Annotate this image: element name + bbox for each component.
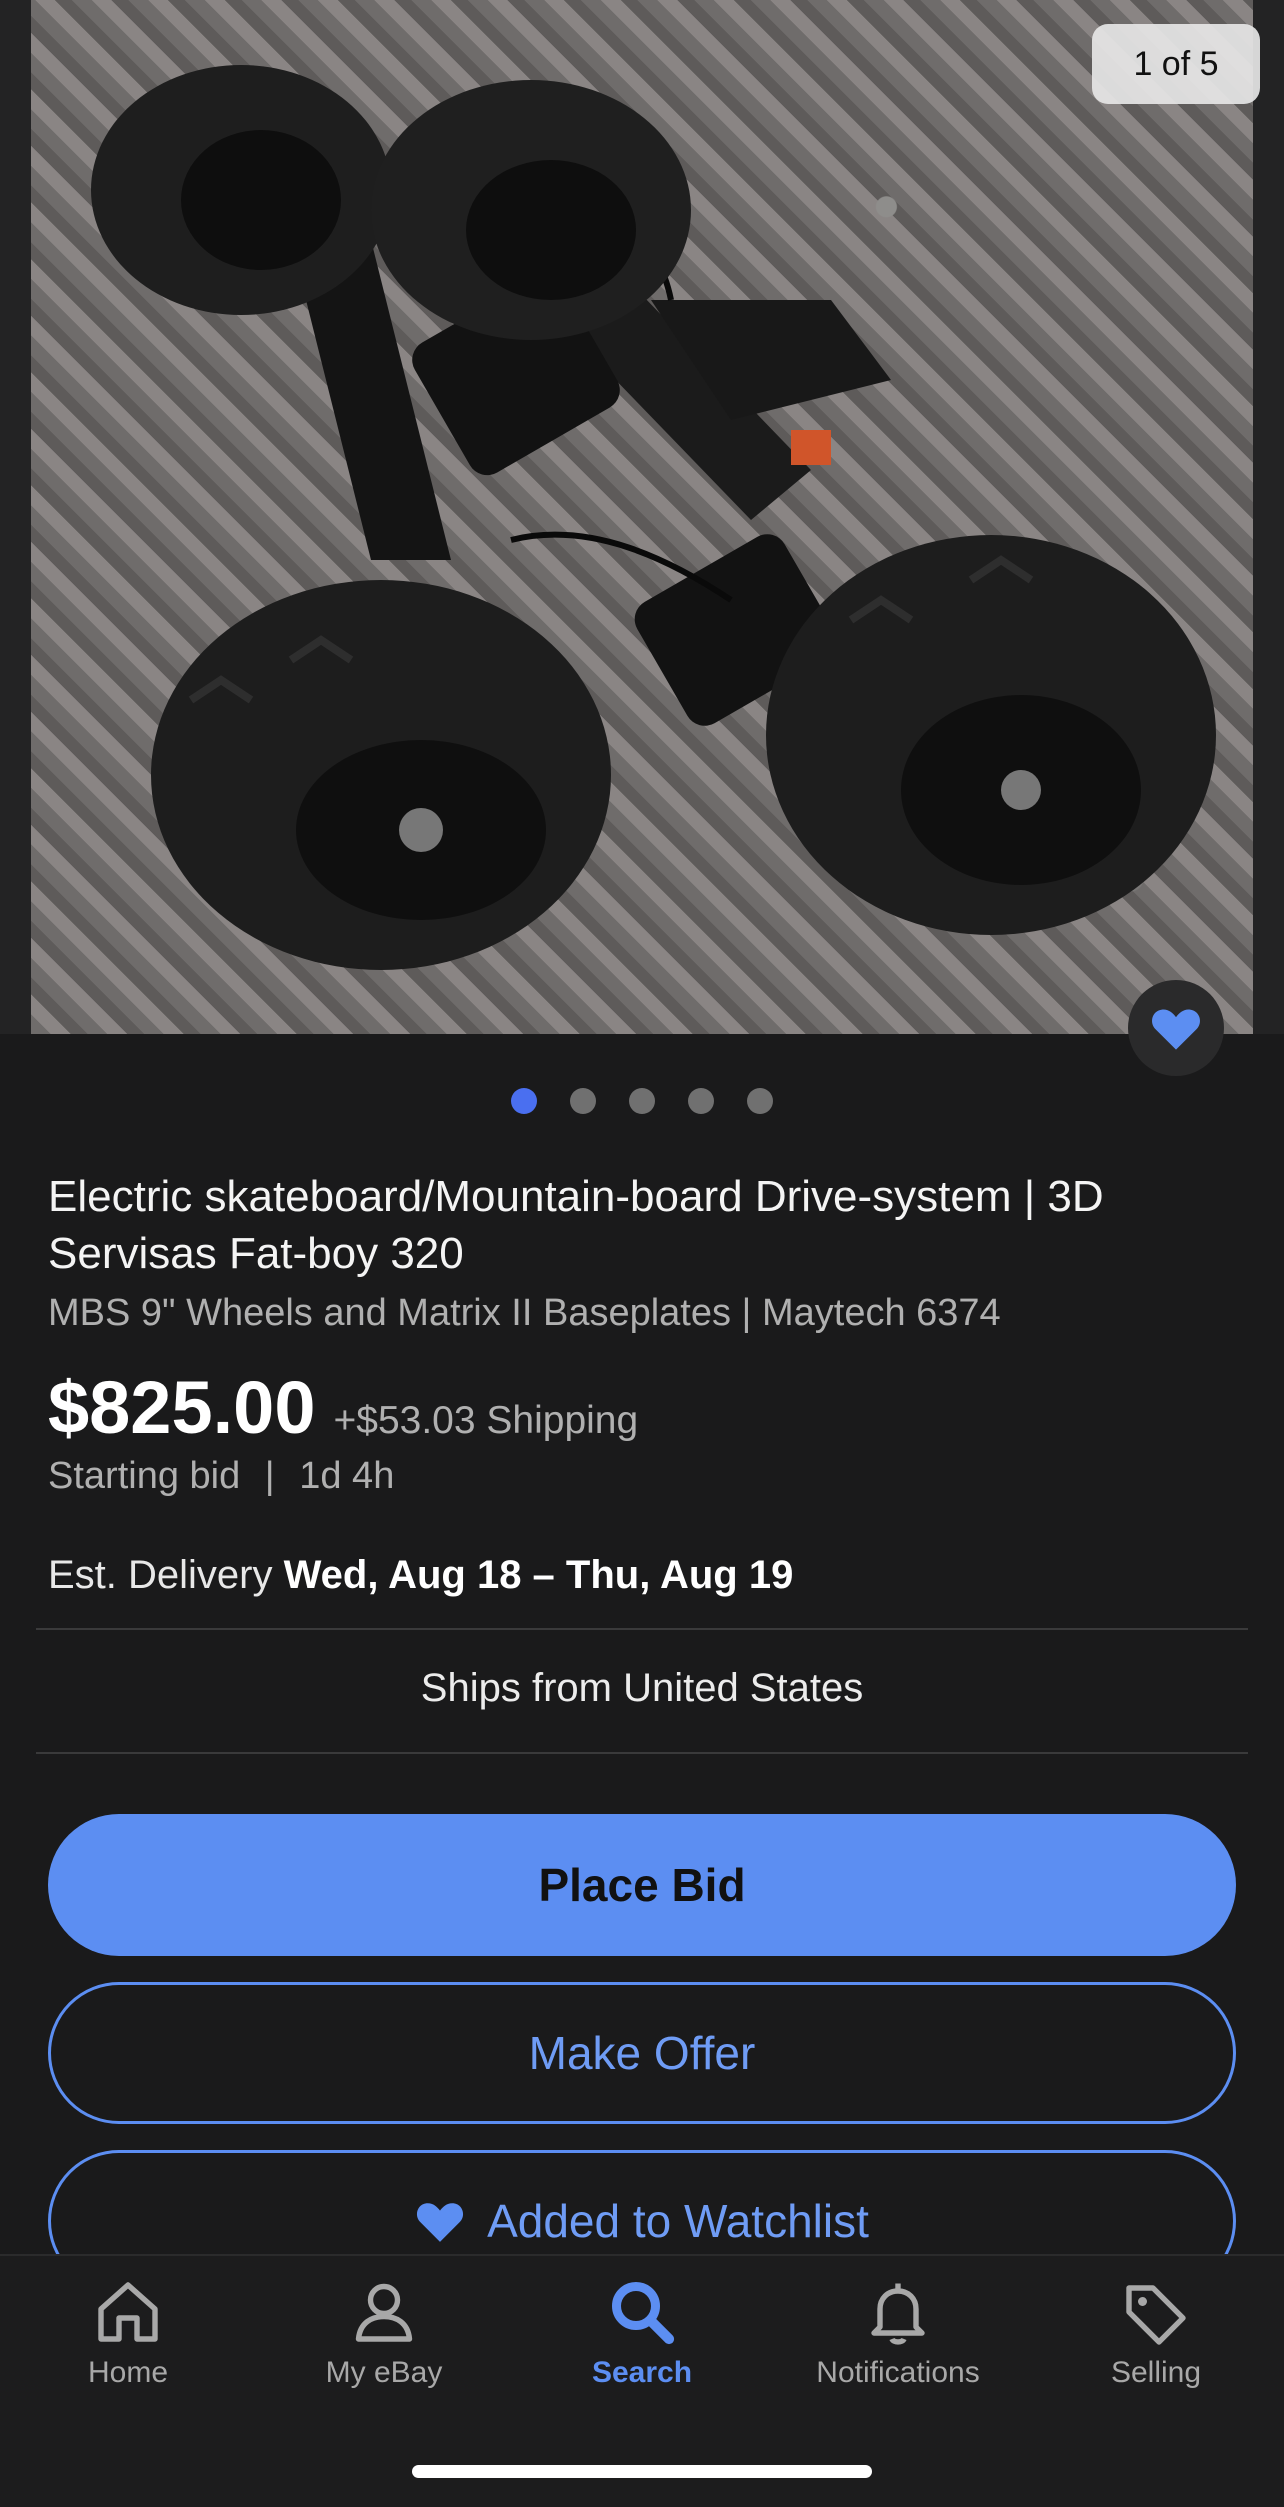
- tab-notifications-label: Notifications: [816, 2356, 980, 2389]
- place-bid-button[interactable]: Place Bid: [48, 1814, 1236, 1956]
- ships-from: Ships from United States: [420, 1666, 864, 1710]
- home-icon: [98, 2282, 158, 2342]
- gallery-pagination: [0, 1088, 1284, 1114]
- user-icon: [355, 2283, 413, 2342]
- price: $825.00: [48, 1366, 316, 1449]
- divider: [36, 1628, 1248, 1630]
- price-row: $825.00 +$53.03 Shipping: [48, 1365, 638, 1450]
- listing-subtitle: MBS 9" Wheels and Matrix II Baseplates |…: [48, 1292, 1001, 1334]
- bid-type: Starting bid: [48, 1455, 241, 1497]
- estimated-delivery: Est. Delivery Wed, Aug 18 – Thu, Aug 19: [48, 1553, 793, 1598]
- watchlist-label: Added to Watchlist: [487, 2195, 869, 2247]
- pagination-dot-2[interactable]: [570, 1088, 596, 1114]
- watchlist-heart-button[interactable]: [1128, 980, 1224, 1076]
- search-icon: [612, 2282, 675, 2345]
- image-counter-badge: 1 of 5: [1092, 24, 1260, 104]
- shipping-cost: +$53.03 Shipping: [333, 1399, 639, 1442]
- tab-notifications[interactable]: Notifications: [770, 2276, 1026, 2390]
- tab-search[interactable]: Search: [514, 2276, 770, 2390]
- bid-separator: |: [264, 1455, 275, 1497]
- tab-search-label: Search: [591, 2356, 693, 2389]
- pagination-dot-3[interactable]: [629, 1088, 655, 1114]
- delivery-label: Est. Delivery: [48, 1553, 273, 1597]
- home-indicator[interactable]: [412, 2465, 872, 2478]
- tag-icon: [1126, 2285, 1186, 2345]
- place-bid-label: Place Bid: [538, 1859, 746, 1911]
- skateboard-drive-illustration: [91, 65, 1216, 970]
- pagination-dot-4[interactable]: [688, 1088, 714, 1114]
- tab-selling-label: Selling: [1110, 2356, 1202, 2389]
- heart-icon: [1152, 1009, 1200, 1050]
- tab-my-ebay-label: My eBay: [325, 2356, 443, 2389]
- heart-icon: [417, 2203, 464, 2242]
- tab-my-ebay[interactable]: My eBay: [256, 2276, 512, 2390]
- delivery-dates: Wed, Aug 18 – Thu, Aug 19: [283, 1553, 794, 1597]
- bell-icon: [871, 2283, 925, 2345]
- tab-home[interactable]: Home: [0, 2276, 256, 2390]
- divider: [36, 1752, 1248, 1754]
- image-counter-text: 1 of 5: [1133, 44, 1219, 83]
- pagination-dot-1[interactable]: [511, 1088, 537, 1114]
- tab-home-label: Home: [87, 2356, 169, 2389]
- bid-info: Starting bid | 1d 4h: [48, 1455, 394, 1498]
- listing-title: Electric skateboard/Mountain-board Drive…: [48, 1172, 1104, 1278]
- image-gallery[interactable]: 1 of 5: [0, 0, 1284, 1076]
- time-left: 1d 4h: [299, 1455, 395, 1497]
- tab-selling[interactable]: Selling: [1028, 2276, 1284, 2390]
- make-offer-label: Make Offer: [528, 2027, 756, 2079]
- make-offer-button[interactable]: Make Offer: [48, 1982, 1236, 2124]
- pagination-dot-5[interactable]: [747, 1088, 773, 1114]
- product-photo[interactable]: [31, 0, 1253, 1034]
